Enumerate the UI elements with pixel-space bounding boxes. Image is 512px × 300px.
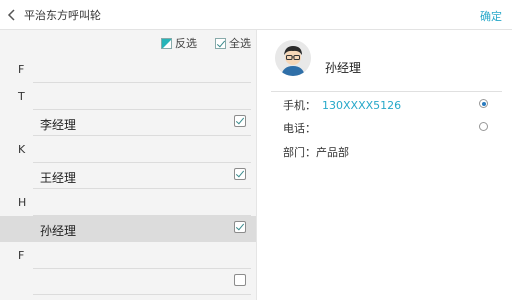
section-letter-row: F <box>0 56 256 83</box>
contact-list-name: 李经理 <box>40 118 77 132</box>
contact-checkbox[interactable] <box>234 115 246 127</box>
contact-checkbox[interactable] <box>234 168 246 180</box>
section-letter: F <box>18 249 25 262</box>
mobile-field: 手机： 130XXXX5126 <box>283 97 401 113</box>
section-letter-row: F <box>0 242 256 269</box>
section-letter-row: H <box>0 189 256 216</box>
section-letter-row: K <box>0 136 256 163</box>
avatar <box>275 40 311 76</box>
mobile-radio[interactable] <box>479 99 488 108</box>
mobile-value[interactable]: 130XXXX5126 <box>322 99 401 112</box>
contact-name: 孙经理 <box>325 61 362 75</box>
department-value: 产品部 <box>316 146 349 159</box>
mobile-label: 手机： <box>283 99 316 112</box>
select-all-checkbox-icon <box>215 37 226 49</box>
phone-radio[interactable] <box>479 122 488 131</box>
section-letter: F <box>18 63 25 76</box>
contact-detail-panel: 孙经理 手机： 130XXXX5126 电话： 部门：产品部 <box>256 30 512 300</box>
contact-list-name: 王经理 <box>40 171 77 185</box>
invert-selection-button[interactable]: 反选 <box>161 36 197 50</box>
page-title: 平治东方呼叫轮 <box>24 9 101 22</box>
selection-toolbar: 反选 全选 <box>0 30 256 56</box>
confirm-button[interactable]: 确定 <box>480 8 502 24</box>
chevron-left-icon[interactable] <box>6 9 18 21</box>
contact-list-item[interactable]: 李经理 <box>0 110 256 136</box>
section-letter: T <box>18 90 25 103</box>
row-divider <box>33 294 251 295</box>
divider <box>271 91 502 92</box>
contact-list-name: 孙经理 <box>40 224 77 238</box>
invert-checkbox-icon <box>161 37 172 49</box>
contact-list-item[interactable]: 孙经理 <box>0 216 256 242</box>
user-avatar-icon <box>275 40 311 76</box>
section-letter: H <box>18 196 27 209</box>
contact-checkbox[interactable] <box>234 221 246 233</box>
top-bar: 平治东方呼叫轮 确定 <box>0 0 512 30</box>
select-all-label: 全选 <box>229 37 251 50</box>
phone-label: 电话： <box>283 122 316 135</box>
section-letter: K <box>18 143 26 156</box>
contact-list-item[interactable] <box>0 269 256 295</box>
contact-list-panel: 反选 全选 F T 李经理 K 王经理 H 孙经理 F <box>0 30 256 300</box>
contact-list-item[interactable]: 王经理 <box>0 163 256 189</box>
phone-field: 电话： <box>283 120 322 136</box>
contact-checkbox[interactable] <box>234 274 246 286</box>
department-field: 部门：产品部 <box>283 144 349 160</box>
select-all-button[interactable]: 全选 <box>215 36 251 50</box>
department-label: 部门： <box>283 146 316 159</box>
section-letter-row: T <box>0 83 256 110</box>
invert-label: 反选 <box>175 37 197 50</box>
